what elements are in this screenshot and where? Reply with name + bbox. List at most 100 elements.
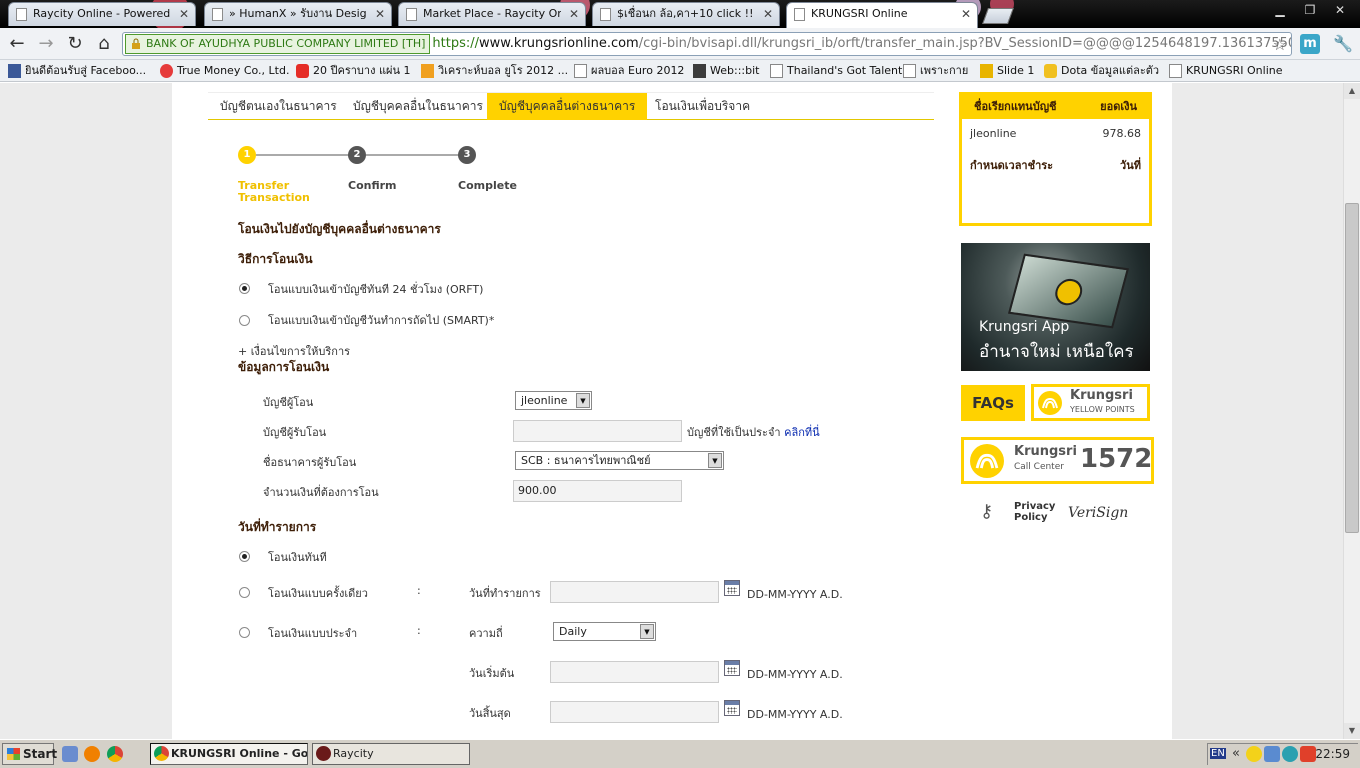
calendar-icon[interactable]	[724, 660, 740, 676]
wrench-icon[interactable]: 🔧	[1333, 34, 1353, 53]
browser-tab-active[interactable]: KRUNGSRI Online ✕	[786, 2, 978, 28]
bookmark-item[interactable]: วิเคราะห์บอล ยูโร 2012 ...	[421, 63, 568, 79]
browser-tab[interactable]: Market Place - Raycity Online ✕	[398, 2, 586, 26]
page-icon	[1169, 64, 1182, 78]
faq-button[interactable]: FAQs	[961, 385, 1025, 421]
close-icon[interactable]: ✕	[569, 3, 579, 25]
scroll-down-icon[interactable]: ▼	[1344, 723, 1360, 739]
call-center-banner[interactable]: Krungsri Call Center 1572	[961, 437, 1154, 484]
tab-other-bank-account[interactable]: บัญชีบุคคลอื่นต่างธนาคาร	[487, 93, 648, 120]
amount-input[interactable]: 900.00	[513, 480, 682, 502]
tray-app-icon[interactable]	[1300, 746, 1316, 762]
tray-app-icon[interactable]	[1246, 746, 1262, 762]
transfer-now-radio[interactable]	[239, 551, 250, 562]
krungsri-app-banner[interactable]: Krungsri App อำนาจใหม่ เหนือใคร	[961, 243, 1150, 371]
window-controls: ▁ ❐ ✕	[1266, 1, 1354, 19]
forward-icon[interactable]: →	[34, 32, 58, 56]
bookmark-item[interactable]: KRUNGSRI Online	[1169, 63, 1283, 79]
bank-select[interactable]: SCB : ธนาคารไทยพาณิชย์ ▼	[515, 451, 724, 470]
yellow-points-button[interactable]: Krungsri YELLOW POINTS	[1031, 384, 1150, 421]
from-account-label: บัญชีผู้โอน	[263, 396, 314, 409]
krungsri-logo-icon	[1052, 277, 1086, 307]
bookmark-item[interactable]: 20 ปีคราบาง แผ่น 1	[296, 63, 411, 79]
minimize-icon[interactable]: ▁	[1266, 1, 1294, 19]
bookmark-item[interactable]: True Money Co., Ltd.	[160, 63, 289, 79]
bookmark-label: True Money Co., Ltd.	[177, 64, 290, 77]
browser-tab[interactable]: $เชื่อนก ล้อ,คา+10 click !!!!! ✕	[592, 2, 780, 26]
bookmark-item[interactable]: ผลบอล Euro 2012	[574, 63, 684, 79]
bookmark-item[interactable]: Slide 1	[980, 63, 1034, 79]
calendar-icon[interactable]	[724, 580, 740, 596]
restore-icon[interactable]: ❐	[1296, 1, 1324, 19]
language-indicator[interactable]: EN	[1210, 748, 1226, 759]
scroll-up-icon[interactable]: ▲	[1344, 83, 1360, 99]
browser-tab[interactable]: Raycity Online - Powered by ✕	[8, 2, 196, 26]
txn-date-input[interactable]	[550, 581, 719, 603]
method-orft-label: โอนแบบเงินเข้าบัญชีทันที 24 ชั่วโมง (ORF…	[268, 283, 484, 296]
verisign-logo[interactable]: VeriSign	[1068, 505, 1128, 521]
from-account-value: jleonline	[521, 394, 568, 407]
transfer-once-radio[interactable]	[239, 587, 250, 598]
taskbar-item-chrome[interactable]: KRUNGSRI Online - Go...	[150, 743, 308, 765]
extension-icon[interactable]: m	[1300, 34, 1320, 54]
step-1-label: Transfer Transaction	[238, 179, 310, 204]
account-name[interactable]: jleonline	[970, 127, 1016, 140]
method-smart-radio[interactable]	[239, 315, 250, 326]
bookmark-item[interactable]: Web:::bit	[693, 63, 759, 79]
avast-icon[interactable]	[84, 746, 100, 762]
ev-certificate-badge[interactable]: BANK OF AYUDHYA PUBLIC COMPANY LIMITED […	[125, 34, 431, 54]
address-bar[interactable]: BANK OF AYUDHYA PUBLIC COMPANY LIMITED […	[122, 32, 1292, 56]
page-content: บัญชีตนเองในธนาคาร บัญชีบุคคลอื่นในธนาคา…	[172, 83, 1172, 739]
tray-network-icon[interactable]	[1264, 746, 1280, 762]
bookmark-item[interactable]: ยินดีต้อนรับสู่ Faceboo...	[8, 63, 146, 79]
tray-app-icon[interactable]	[1282, 746, 1298, 762]
start-button[interactable]: Start	[2, 743, 57, 765]
close-icon[interactable]: ✕	[961, 3, 971, 25]
to-account-input[interactable]	[513, 420, 682, 442]
tab-other-account-same-bank[interactable]: บัญชีบุคคลอื่นในธนาคาร	[341, 93, 495, 120]
show-desktop-icon[interactable]	[62, 746, 78, 762]
method-orft-radio[interactable]	[239, 283, 250, 294]
tray-expand-icon[interactable]: «	[1232, 746, 1240, 761]
step-connector	[366, 154, 461, 156]
close-window-icon[interactable]: ✕	[1326, 1, 1354, 19]
tab-donation[interactable]: โอนเงินเพื่อบริจาค	[643, 93, 762, 120]
start-date-input[interactable]	[550, 661, 719, 683]
bookmark-label: Thailand's Got Talent	[787, 64, 903, 77]
bookmark-item[interactable]: เพราะกาย	[903, 63, 968, 79]
home-icon[interactable]: ⌂	[92, 32, 116, 56]
chrome-icon[interactable]	[107, 746, 123, 762]
from-account-select[interactable]: jleonline ▼	[515, 391, 592, 410]
callcenter-sub: Call Center	[1014, 462, 1064, 472]
points-sub: YELLOW POINTS	[1070, 405, 1135, 414]
close-icon[interactable]: ✕	[375, 3, 385, 25]
browser-tab[interactable]: » HumanX » รับงาน Designer ✕	[204, 2, 392, 26]
bitcoin-icon	[693, 64, 706, 78]
bookmark-item[interactable]: Dota ข้อมูลแต่ละตัว	[1044, 63, 1159, 79]
callcenter-number: 1572	[1080, 444, 1153, 474]
new-tab-button[interactable]	[982, 8, 1014, 24]
frequency-select[interactable]: Daily ▼	[553, 622, 656, 641]
transfer-type-tabs: บัญชีตนเองในธนาคาร บัญชีบุคคลอื่นในธนาคา…	[208, 92, 934, 120]
close-icon[interactable]: ✕	[179, 3, 189, 25]
transfer-recurring-radio[interactable]	[239, 627, 250, 638]
frequent-account-label: บัญชีที่ใช้เป็นประจำ	[687, 426, 781, 439]
scroll-thumb[interactable]	[1345, 203, 1359, 533]
points-brand: Krungsri	[1070, 388, 1133, 403]
bookmark-item[interactable]: Thailand's Got Talent	[770, 63, 902, 79]
browser-toolbar: ← → ↻ ⌂ BANK OF AYUDHYA PUBLIC COMPANY L…	[0, 28, 1360, 60]
method-smart-label: โอนแบบเงินเข้าบัญชีวันทำการถัดไป (SMART)…	[268, 314, 495, 327]
tab-own-account[interactable]: บัญชีตนเองในธนาคาร	[208, 93, 349, 120]
transfer-once-label: โอนเงินแบบครั้งเดียว	[268, 587, 368, 600]
frequent-account-link[interactable]: คลิกที่นี่	[784, 426, 820, 439]
reload-icon[interactable]: ↻	[63, 32, 87, 56]
close-icon[interactable]: ✕	[763, 3, 773, 25]
date-format-hint: DD-MM-YYYY A.D.	[747, 668, 843, 681]
calendar-icon[interactable]	[724, 700, 740, 716]
privacy-policy-link[interactable]: Privacy Policy	[1014, 501, 1055, 523]
taskbar-item-raycity[interactable]: Raycity	[312, 743, 470, 765]
back-icon[interactable]: ←	[5, 32, 29, 56]
page-scrollbar[interactable]: ▲ ▼	[1343, 83, 1360, 739]
bookmark-star-icon[interactable]: ☆	[1273, 34, 1287, 55]
end-date-input[interactable]	[550, 701, 719, 723]
